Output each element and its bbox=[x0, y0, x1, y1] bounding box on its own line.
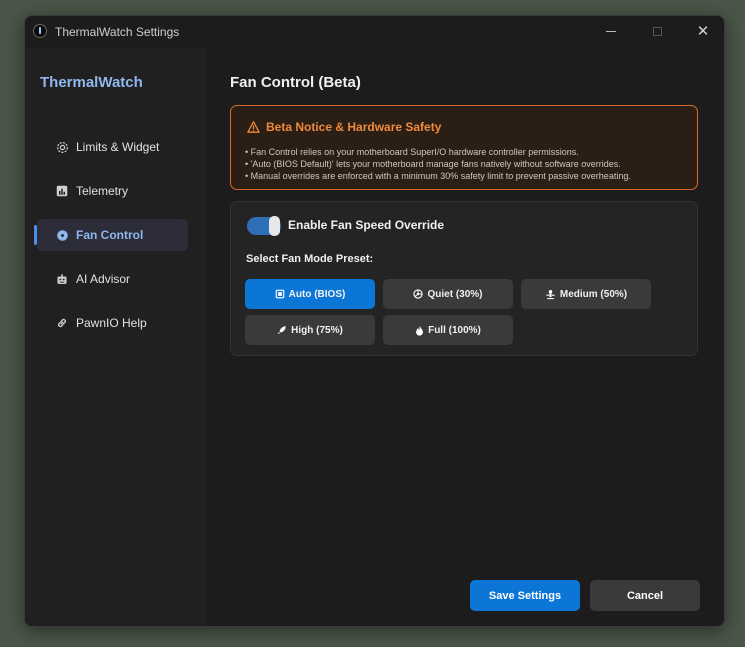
cancel-button[interactable]: Cancel bbox=[590, 580, 700, 611]
sidebar-item-ai-advisor[interactable]: AI Advisor bbox=[37, 263, 188, 295]
page-title: Fan Control (Beta) bbox=[230, 74, 361, 91]
sidebar-item-label: PawnIO Help bbox=[76, 316, 147, 330]
settings-window: ThermalWatch Settings ✕ ThermalWatch Lim… bbox=[24, 15, 725, 627]
fan-icon bbox=[55, 228, 69, 242]
close-button[interactable]: ✕ bbox=[680, 16, 724, 47]
preset-high-button[interactable]: High (75%) bbox=[245, 315, 375, 345]
brand-title: ThermalWatch bbox=[40, 74, 143, 91]
toggle-knob bbox=[269, 216, 280, 236]
sidebar-item-telemetry[interactable]: Telemetry bbox=[37, 175, 188, 207]
notice-line: • 'Auto (BIOS Default)' lets your mother… bbox=[245, 159, 621, 169]
notice-lines: • Fan Control relies on your motherboard… bbox=[245, 146, 631, 182]
notice-title-text: Beta Notice & Hardware Safety bbox=[266, 120, 442, 134]
preset-label-text: Full (100%) bbox=[428, 324, 481, 336]
thermometer-icon bbox=[33, 24, 47, 38]
preset-full-button[interactable]: Full (100%) bbox=[383, 315, 513, 345]
rocket-icon bbox=[277, 325, 287, 335]
sidebar-item-label: Telemetry bbox=[76, 184, 129, 198]
close-icon: ✕ bbox=[696, 23, 710, 40]
sidebar-item-limits-widget[interactable]: Limits & Widget bbox=[37, 131, 188, 163]
minimize-button[interactable] bbox=[588, 16, 634, 47]
fan-override-toggle[interactable] bbox=[247, 216, 281, 236]
preset-label-text: Quiet (30%) bbox=[427, 288, 483, 300]
preset-quiet-button[interactable]: Quiet (30%) bbox=[383, 279, 513, 309]
preset-label-text: Medium (50%) bbox=[559, 288, 628, 300]
wind-icon bbox=[545, 289, 556, 300]
notice-title: Beta Notice & Hardware Safety bbox=[247, 120, 441, 134]
title-bar[interactable]: ThermalWatch Settings ✕ bbox=[25, 16, 724, 47]
window-title: ThermalWatch Settings bbox=[55, 25, 180, 39]
flame-icon bbox=[415, 325, 424, 336]
preset-auto-bios-button[interactable]: Auto (BIOS) bbox=[245, 279, 375, 309]
main-content: Fan Control (Beta) Beta Notice & Hardwar… bbox=[207, 47, 724, 626]
beta-notice-panel: Beta Notice & Hardware Safety • Fan Cont… bbox=[230, 105, 698, 190]
minimize-icon bbox=[606, 31, 616, 32]
sidebar-item-label: AI Advisor bbox=[76, 272, 131, 286]
warning-icon bbox=[247, 121, 260, 133]
robot-icon bbox=[55, 272, 69, 286]
preset-label-text: High (75%) bbox=[291, 324, 343, 336]
sidebar-item-label: Limits & Widget bbox=[76, 140, 160, 154]
notice-line: • Manual overrides are enforced with a m… bbox=[245, 171, 631, 181]
chart-icon bbox=[55, 184, 69, 198]
fan-icon bbox=[413, 289, 424, 299]
notice-line: • Fan Control relies on your motherboard… bbox=[245, 147, 579, 157]
save-settings-button[interactable]: Save Settings bbox=[470, 580, 580, 611]
sidebar-item-fan-control[interactable]: Fan Control bbox=[34, 219, 188, 251]
preset-label: Select Fan Mode Preset: bbox=[246, 253, 374, 265]
preset-medium-button[interactable]: Medium (50%) bbox=[521, 279, 651, 309]
sidebar: ThermalWatch Limits & Widget Telemetry F… bbox=[25, 47, 207, 626]
fan-override-label: Enable Fan Speed Override bbox=[288, 218, 445, 232]
maximize-button[interactable] bbox=[634, 16, 680, 47]
sidebar-item-label: Fan Control bbox=[76, 228, 144, 242]
link-icon bbox=[55, 316, 69, 330]
maximize-icon bbox=[652, 27, 662, 36]
sidebar-item-pawnio-help[interactable]: PawnIO Help bbox=[37, 307, 188, 339]
preset-label-text: Auto (BIOS) bbox=[288, 288, 346, 300]
gear-icon bbox=[55, 140, 69, 154]
chip-icon bbox=[275, 289, 285, 299]
fan-settings-panel: Enable Fan Speed Override Select Fan Mod… bbox=[230, 201, 698, 356]
